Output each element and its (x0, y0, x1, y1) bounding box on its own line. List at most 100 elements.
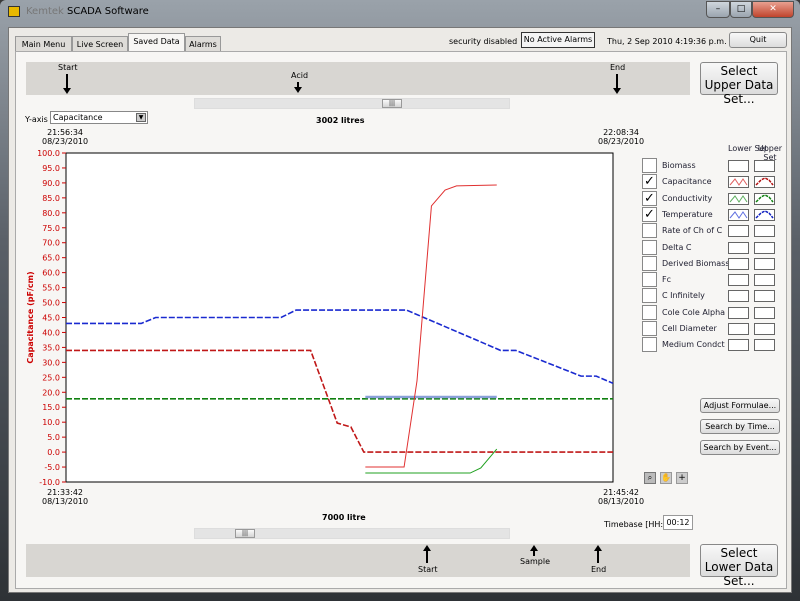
alarm-status: No Active Alarms (521, 32, 595, 48)
legend-lower-swatch-capacitance[interactable] (728, 176, 749, 189)
legend-upper-swatch-cole-cole-alpha[interactable] (754, 306, 775, 319)
lower-marker-end-arrow-icon[interactable] (594, 545, 602, 563)
lower-scrollbar[interactable]: ||| (194, 528, 510, 539)
legend-upper-swatch-temperature[interactable] (754, 208, 775, 221)
legend-checkbox-cell-diameter[interactable] (642, 321, 657, 336)
timebase-input[interactable]: 00:12 (663, 515, 693, 530)
chart[interactable]: 100.0 95.0 90.0 85.0 80.0 75.0 70.0 65.0 60.0 55.… (16, 52, 788, 507)
legend-checkbox-c-infinitely[interactable] (642, 288, 657, 304)
lower-marker-sample-label: Sample (520, 557, 550, 566)
legend-label-rate-of-ch-of-c: Rate of Ch of C (662, 226, 723, 236)
y-tick-label: 0.0 (47, 448, 60, 457)
tab-alarms[interactable]: Alarms (185, 36, 221, 52)
legend-checkbox-temperature[interactable]: ✓ (642, 206, 657, 222)
tab-live-screen[interactable]: Live Screen (72, 36, 128, 52)
minimize-button[interactable]: – (706, 1, 730, 18)
legend-lower-swatch-delta-c[interactable] (728, 241, 749, 254)
zoom-icon[interactable]: ⌕ (644, 472, 656, 484)
y-tick-label: 25.0 (42, 373, 60, 382)
quit-button[interactable]: Quit (729, 32, 787, 48)
maximize-button[interactable]: □ (730, 1, 752, 18)
legend-lower-swatch-cole-cole-alpha[interactable] (728, 306, 749, 319)
y-tick-label: 35.0 (42, 343, 60, 352)
lower-marker-sample-arrow-icon[interactable] (530, 545, 538, 556)
legend-lower-swatch-derived-biomass[interactable] (728, 257, 749, 270)
legend-lower-swatch-fc[interactable] (728, 274, 749, 287)
legend-lower-swatch-cell-diameter[interactable] (728, 323, 749, 335)
legend-upper-swatch-derived-biomass[interactable] (754, 257, 775, 270)
plot-area (65, 152, 614, 483)
search-by-event-button[interactable]: Search by Event... (700, 440, 780, 455)
legend-upper-swatch-delta-c[interactable] (754, 241, 775, 254)
legend-checkbox-fc[interactable] (642, 272, 657, 288)
legend-label-medium-condct: Medium Condct (662, 340, 725, 350)
legend-upper-swatch-capacitance[interactable] (754, 176, 775, 189)
y-tick-label: 75.0 (42, 224, 60, 233)
lower-set-title: 7000 litre (322, 513, 366, 522)
search-by-time-button[interactable]: Search by Time... (700, 419, 780, 434)
y-tick-label: -5.0 (44, 463, 60, 472)
legend-label-cell-diameter: Cell Diameter (662, 324, 717, 333)
legend-lower-swatch-biomass[interactable] (728, 160, 749, 172)
legend-upper-swatch-rate-of-ch-of-c[interactable] (754, 225, 775, 238)
cursor-plus-icon[interactable]: + (676, 472, 688, 484)
legend-lower-swatch-c-infinitely[interactable] (728, 290, 749, 303)
legend-upper-swatch-c-infinitely[interactable] (754, 290, 775, 303)
legend-checkbox-capacitance[interactable]: ✓ (642, 174, 657, 190)
pan-hand-icon[interactable]: ✋ (660, 472, 672, 484)
legend-checkbox-biomass[interactable] (642, 158, 657, 173)
legend-label-biomass: Biomass (662, 161, 696, 170)
y-tick-label: 5.0 (47, 433, 60, 442)
legend-label-delta-c: Delta C (662, 242, 692, 252)
window-title: Kemtek SCADA Software (26, 6, 149, 17)
legend-checkbox-conductivity[interactable]: ✓ (642, 190, 657, 206)
legend-lower-swatch-temperature[interactable] (728, 208, 749, 221)
adjust-formulae-button[interactable]: Adjust Formulae... (700, 398, 780, 413)
saved-data-panel: Start Acid End Select Upper Data Set... … (15, 51, 787, 589)
lower-marker-start-arrow-icon[interactable] (423, 545, 431, 563)
y-tick-label: 85.0 (42, 194, 60, 203)
legend-label-capacitance: Capacitance (662, 177, 712, 187)
legend-lower-swatch-medium-condct[interactable] (728, 339, 749, 352)
legend-checkbox-rate-of-ch-of-c[interactable] (642, 223, 657, 239)
legend-label-cole-cole-alpha: Cole Cole Alpha (662, 307, 726, 317)
y-tick-label: 70.0 (42, 239, 60, 248)
y-tick-label: 40.0 (42, 328, 60, 337)
y-tick-label: 15.0 (42, 403, 60, 412)
legend-upper-swatch-cell-diameter[interactable] (754, 323, 775, 335)
close-button[interactable]: ✕ (752, 1, 794, 18)
date-time: Thu, 2 Sep 2010 4:19:36 p.m. (607, 37, 727, 46)
lower-marker-end-label: End (591, 565, 607, 574)
y-tick-label: -10.0 (39, 478, 60, 487)
y-tick-label: 30.0 (42, 358, 60, 367)
legend-lower-swatch-rate-of-ch-of-c[interactable] (728, 225, 749, 238)
legend-upper-swatch-medium-condct[interactable] (754, 339, 775, 352)
y-tick-label: 100.0 (37, 149, 60, 158)
lower-x-start: 21:33:42 08/13/2010 (42, 488, 89, 506)
app-icon (8, 6, 20, 17)
y-tick-label: 45.0 (42, 314, 60, 323)
title-bar: Kemtek SCADA Software – □ ✕ (0, 0, 800, 24)
tab-main-menu[interactable]: Main Menu (15, 36, 72, 52)
y-tick-label: 55.0 (42, 284, 60, 293)
y-tick-label: 20.0 (42, 388, 60, 397)
legend-upper-swatch-biomass[interactable] (754, 160, 775, 172)
legend-checkbox-delta-c[interactable] (642, 239, 657, 255)
lower-scroll-thumb[interactable]: ||| (235, 529, 255, 538)
tab-saved-data[interactable]: Saved Data (128, 33, 185, 53)
legend-lower-swatch-conductivity[interactable] (728, 192, 749, 205)
lower-event-bar: Start Sample End (26, 544, 690, 577)
select-lower-data-set-button[interactable]: Select Lower Data Set... (700, 544, 778, 588)
legend-label-c-infinitely: C Infinitely (662, 291, 705, 301)
y-tick-label: 80.0 (42, 209, 60, 218)
client-area: Main Menu Live Screen Saved Data Alarms … (8, 27, 792, 593)
legend-checkbox-derived-biomass[interactable] (642, 255, 657, 271)
legend-label-derived-biomass: Derived Biomass (662, 258, 730, 268)
legend-upper-swatch-conductivity[interactable] (754, 192, 775, 205)
legend-checkbox-cole-cole-alpha[interactable] (642, 304, 657, 320)
lower-marker-start-label: Start (418, 565, 438, 574)
legend-upper-swatch-fc[interactable] (754, 274, 775, 287)
legend-label-temperature: Temperature (662, 209, 713, 219)
legend-checkbox-medium-condct[interactable] (642, 337, 657, 353)
y-tick-label: 90.0 (42, 179, 60, 188)
